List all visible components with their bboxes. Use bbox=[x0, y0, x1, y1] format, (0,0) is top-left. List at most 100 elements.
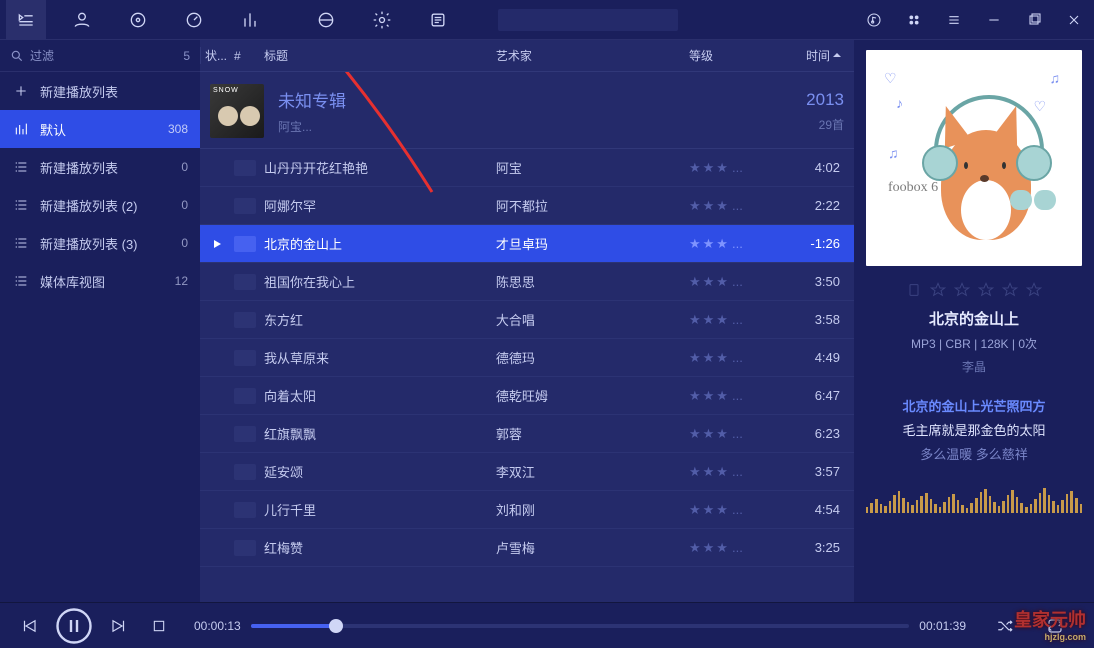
track-rating[interactable]: ★★★ bbox=[689, 388, 779, 404]
watermark: 皇家元帅hjzlg.com bbox=[1014, 606, 1086, 642]
col-num[interactable]: # bbox=[234, 49, 264, 63]
track-rating[interactable]: ★★★ bbox=[689, 464, 779, 480]
grid-icon[interactable] bbox=[900, 0, 928, 40]
column-header: 状... # 标题 艺术家 等级 时间 bbox=[200, 40, 854, 72]
track-checkbox[interactable] bbox=[234, 160, 256, 176]
track-rating[interactable]: ★★★ bbox=[689, 312, 779, 328]
col-title[interactable]: 标题 bbox=[264, 47, 496, 64]
album-header: 未知专辑 阿宝... 2013 29首 bbox=[200, 72, 854, 149]
track-checkbox[interactable] bbox=[234, 540, 256, 556]
col-time[interactable]: 时间 bbox=[779, 47, 854, 64]
track-checkbox[interactable] bbox=[234, 236, 256, 252]
sidebar-item[interactable]: 默认308 bbox=[0, 110, 200, 148]
music-circle-icon[interactable] bbox=[860, 0, 888, 40]
sidebar-item-count: 12 bbox=[175, 274, 188, 288]
progress-bar[interactable] bbox=[251, 624, 910, 628]
sidebar-item[interactable]: 新建播放列表 bbox=[0, 72, 200, 110]
next-button[interactable] bbox=[104, 611, 134, 641]
menu-icon[interactable] bbox=[940, 0, 968, 40]
track-title: 北京的金山上 bbox=[264, 234, 496, 253]
track-checkbox[interactable] bbox=[234, 502, 256, 518]
track-checkbox[interactable] bbox=[234, 426, 256, 442]
now-playing-panel: ♡ ♪ ♫ ♡ ♫ foobox 6 北京的金山上 MP3 | CBR | 12… bbox=[854, 40, 1094, 602]
cover-art[interactable]: ♡ ♪ ♫ ♡ ♫ foobox 6 bbox=[866, 50, 1082, 266]
settings-icon[interactable] bbox=[362, 0, 402, 40]
track-rating[interactable]: ★★★ bbox=[689, 540, 779, 556]
track-rating[interactable]: ★★★ bbox=[689, 350, 779, 366]
track-rating[interactable]: ★★★ bbox=[689, 160, 779, 176]
album-art[interactable] bbox=[210, 84, 264, 138]
playlist-view-icon[interactable] bbox=[6, 0, 46, 40]
stop-button[interactable] bbox=[144, 611, 174, 641]
filter-placeholder: 过滤 bbox=[30, 47, 183, 64]
equalizer-icon[interactable] bbox=[230, 0, 270, 40]
track-checkbox[interactable] bbox=[234, 350, 256, 366]
toolbar-search[interactable] bbox=[498, 9, 678, 31]
track-row[interactable]: 向着太阳德乾旺姆★★★6:47 bbox=[200, 377, 854, 415]
track-checkbox[interactable] bbox=[234, 464, 256, 480]
minimize-icon[interactable] bbox=[980, 0, 1008, 40]
sidebar-item[interactable]: 新建播放列表 (2)0 bbox=[0, 186, 200, 224]
total-time: 00:01:39 bbox=[919, 619, 966, 633]
track-title: 向着太阳 bbox=[264, 386, 496, 405]
track-row[interactable]: 山丹丹开花红艳艳阿宝★★★4:02 bbox=[200, 149, 854, 187]
lyric-line: 毛主席就是那金色的太阳 bbox=[866, 419, 1082, 443]
sidebar-item[interactable]: 新建播放列表 (3)0 bbox=[0, 224, 200, 262]
list-icon bbox=[12, 196, 30, 214]
col-status[interactable]: 状... bbox=[200, 47, 234, 64]
track-title: 儿行千里 bbox=[264, 500, 496, 519]
album-year: 2013 bbox=[806, 90, 844, 110]
track-title: 山丹丹开花红艳艳 bbox=[264, 158, 496, 177]
track-row[interactable]: 儿行千里刘和刚★★★4:54 bbox=[200, 491, 854, 529]
track-row[interactable]: 红旗飘飘郭蓉★★★6:23 bbox=[200, 415, 854, 453]
track-checkbox[interactable] bbox=[234, 312, 256, 328]
disc-icon[interactable] bbox=[118, 0, 158, 40]
gauge-icon[interactable] bbox=[174, 0, 214, 40]
track-time: 4:02 bbox=[779, 160, 854, 175]
sidebar-item-label: 媒体库视图 bbox=[40, 272, 175, 291]
track-row[interactable]: 阿娜尔罕阿不都拉★★★2:22 bbox=[200, 187, 854, 225]
track-rating[interactable]: ★★★ bbox=[689, 236, 779, 252]
col-artist[interactable]: 艺术家 bbox=[496, 47, 689, 64]
track-artist: 阿宝 bbox=[496, 158, 689, 177]
sidebar-item-count: 0 bbox=[181, 236, 188, 250]
maximize-icon[interactable] bbox=[1020, 0, 1048, 40]
track-artist: 郭蓉 bbox=[496, 424, 689, 443]
track-row[interactable]: 祖国你在我心上陈思思★★★3:50 bbox=[200, 263, 854, 301]
list-icon bbox=[12, 158, 30, 176]
prev-button[interactable] bbox=[14, 611, 44, 641]
track-title: 东方红 bbox=[264, 310, 496, 329]
close-icon[interactable] bbox=[1060, 0, 1088, 40]
text-icon[interactable] bbox=[418, 0, 458, 40]
track-time: 4:49 bbox=[779, 350, 854, 365]
track-row[interactable]: 我从草原来德德玛★★★4:49 bbox=[200, 339, 854, 377]
track-list[interactable]: 山丹丹开花红艳艳阿宝★★★4:02阿娜尔罕阿不都拉★★★2:22北京的金山上才旦… bbox=[200, 149, 854, 602]
track-row[interactable]: 红梅赞卢雪梅★★★3:25 bbox=[200, 529, 854, 567]
list-icon bbox=[12, 272, 30, 290]
list-icon bbox=[12, 234, 30, 252]
user-icon[interactable] bbox=[62, 0, 102, 40]
sidebar-item-count: 308 bbox=[168, 122, 188, 136]
track-rating[interactable]: ★★★ bbox=[689, 426, 779, 442]
track-rating[interactable]: ★★★ bbox=[689, 274, 779, 290]
track-row[interactable]: 延安颂李双江★★★3:57 bbox=[200, 453, 854, 491]
track-time: 3:57 bbox=[779, 464, 854, 479]
track-row[interactable]: 北京的金山上才旦卓玛★★★-1:26 bbox=[200, 225, 854, 263]
col-rating[interactable]: 等级 bbox=[689, 47, 779, 64]
sidebar-filter[interactable]: 过滤 5 bbox=[0, 40, 200, 72]
track-artist: 大合唱 bbox=[496, 310, 689, 329]
track-rating[interactable]: ★★★ bbox=[689, 502, 779, 518]
track-row[interactable]: 东方红大合唱★★★3:58 bbox=[200, 301, 854, 339]
track-rating[interactable]: ★★★ bbox=[689, 198, 779, 214]
track-checkbox[interactable] bbox=[234, 388, 256, 404]
play-indicator bbox=[200, 238, 234, 250]
sidebar-item[interactable]: 媒体库视图12 bbox=[0, 262, 200, 300]
track-checkbox[interactable] bbox=[234, 274, 256, 290]
toolbar-left bbox=[6, 0, 678, 40]
track-checkbox[interactable] bbox=[234, 198, 256, 214]
contrast-icon[interactable] bbox=[306, 0, 346, 40]
sidebar-item-label: 新建播放列表 bbox=[40, 158, 181, 177]
play-pause-button[interactable] bbox=[54, 606, 94, 646]
sidebar-item[interactable]: 新建播放列表0 bbox=[0, 148, 200, 186]
rating-stars[interactable] bbox=[866, 282, 1082, 298]
